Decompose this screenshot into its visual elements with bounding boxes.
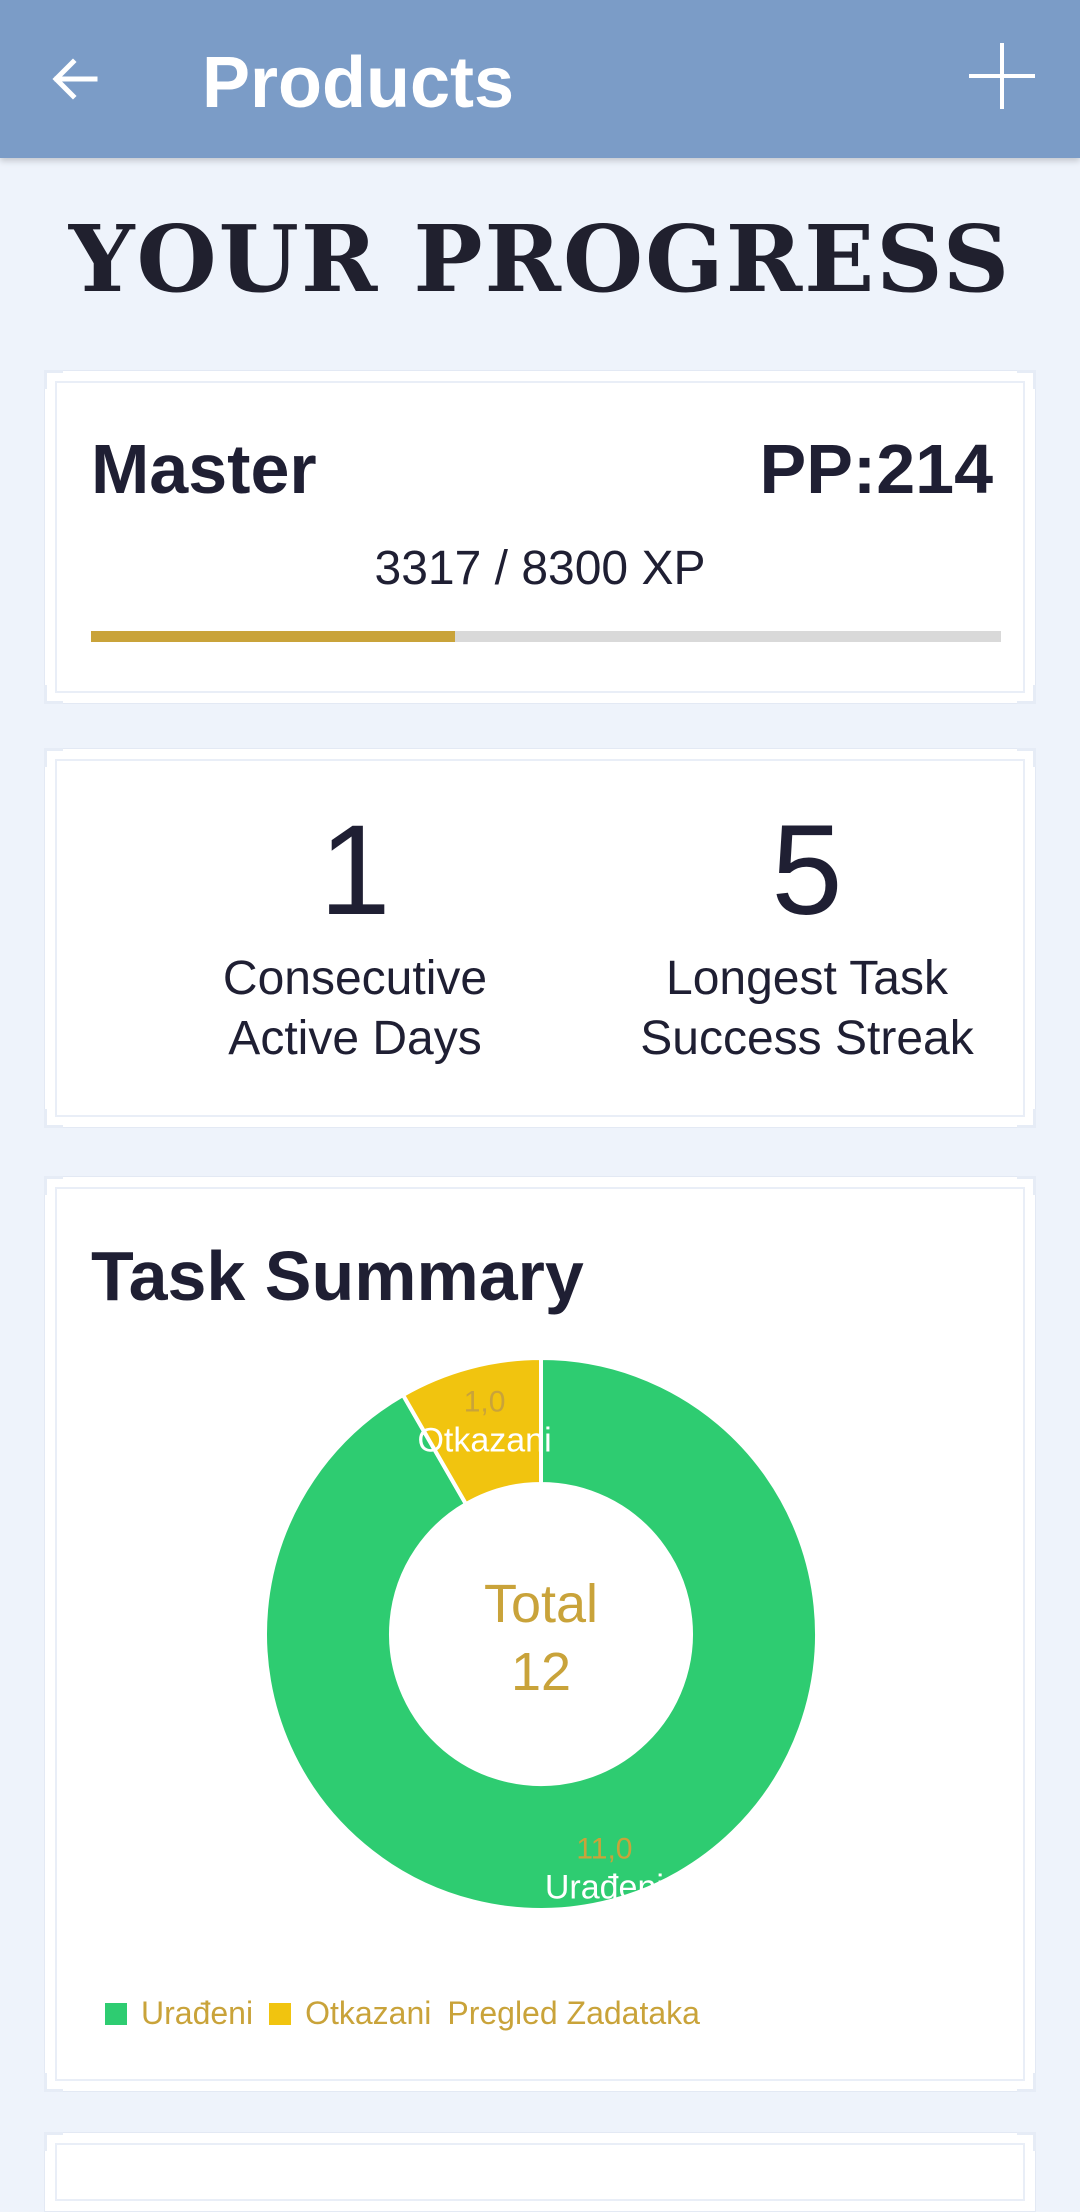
stats-card: 1 Consecutive Active Days 5 Longest Task… xyxy=(44,748,1036,1128)
stat-label-line: Longest Task xyxy=(666,952,948,1005)
card-corner xyxy=(1017,2073,1036,2092)
donut-center-label: Total xyxy=(484,1574,598,1634)
xp-text: 3317 / 8300 XP xyxy=(374,542,706,595)
card-corner xyxy=(44,748,63,767)
legend-swatch xyxy=(269,2002,292,2025)
plus-icon xyxy=(969,43,1035,109)
card-corner xyxy=(44,685,63,704)
arrow-left-icon xyxy=(52,58,98,100)
legend-label: Otkazani xyxy=(305,1995,432,2031)
back-button[interactable] xyxy=(40,44,110,114)
card-corner xyxy=(1017,1109,1036,1128)
stat-longest-streak: 5 Longest Task Success Streak xyxy=(587,801,1027,1069)
xp-progress-fill xyxy=(91,631,455,642)
card-frame xyxy=(55,2143,1025,2201)
card-corner xyxy=(44,370,63,389)
card-corner xyxy=(1017,370,1036,389)
legend-label: Pregled Zadataka xyxy=(447,1995,700,2031)
slice-value-label: 11,0 xyxy=(576,1833,632,1866)
app-bar: Products xyxy=(0,0,1080,158)
rank-name: Master xyxy=(91,430,317,508)
legend-item[interactable]: Pregled Zadataka xyxy=(447,1995,700,2032)
stat-value: 1 xyxy=(319,799,391,942)
card-corner xyxy=(44,1109,63,1128)
stat-consecutive-days: 1 Consecutive Active Days xyxy=(135,801,575,1069)
stat-label: Consecutive Active Days xyxy=(135,949,575,1069)
slice-category-label: Urađeni xyxy=(545,1869,664,1907)
xp-progress-track xyxy=(91,631,1001,642)
stat-label: Longest Task Success Streak xyxy=(587,949,1027,1069)
legend-swatch xyxy=(105,2002,127,2025)
task-donut-chart[interactable]: Total 12 11,0Urađeni 1,0Otkazani xyxy=(45,1177,1037,1977)
slice-category-label: Otkazani xyxy=(417,1421,551,1459)
task-summary-card: Task Summary Total 12 11,0 Urađeni 1,0 Otka… xyxy=(44,1176,1036,2092)
card-corner xyxy=(44,2073,63,2092)
stat-label-line: Active Days xyxy=(228,1012,482,1065)
card-corner xyxy=(1017,748,1036,767)
chart-legend: Urađeni Otkazani Pregled Zadataka xyxy=(105,1995,716,2032)
add-button[interactable] xyxy=(962,36,1042,116)
stat-value: 5 xyxy=(771,799,843,942)
card-corner xyxy=(44,2132,63,2151)
slice-value-label: 1,0 xyxy=(464,1385,506,1418)
legend-item[interactable]: Urađeni xyxy=(105,1995,253,2032)
rank-card: Master PP:214 3317 / 8300 XP xyxy=(44,370,1036,704)
stat-label-line: Consecutive xyxy=(222,952,488,1005)
donut-center-value: 12 xyxy=(511,1642,571,1702)
next-card xyxy=(44,2132,1036,2212)
card-frame xyxy=(55,381,1025,693)
card-corner xyxy=(1017,685,1036,704)
app-title: Products xyxy=(202,43,515,123)
legend-item[interactable]: Otkazani xyxy=(269,1995,431,2032)
donut-hole xyxy=(405,1498,677,1770)
stat-label-line: Success Streak xyxy=(640,1012,974,1065)
legend-label: Urađeni xyxy=(141,1995,254,2031)
card-corner xyxy=(1017,2132,1036,2151)
page-heading: YOUR PROGRESS xyxy=(68,205,1012,313)
rank-points: PP:214 xyxy=(759,430,993,508)
